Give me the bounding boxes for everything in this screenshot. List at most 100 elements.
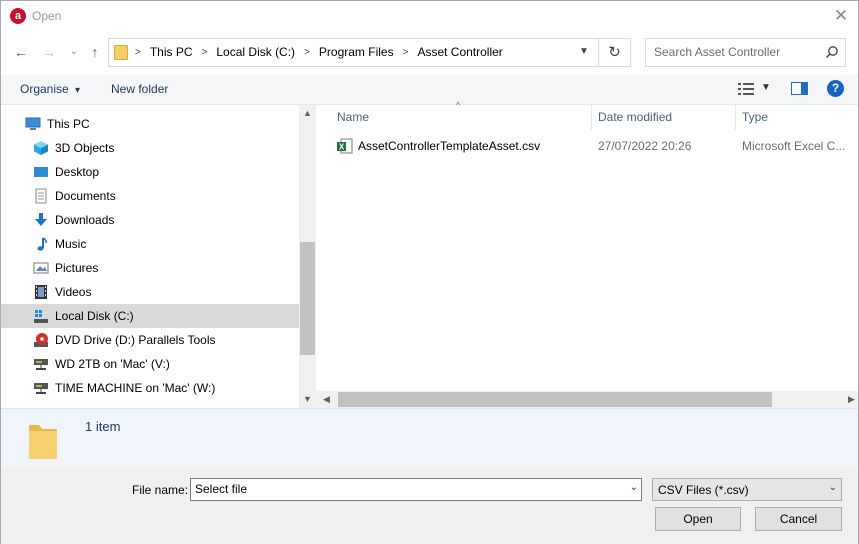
change-view-icon[interactable] (738, 83, 754, 95)
breadcrumb-asset-controller[interactable]: Asset Controller (417, 45, 502, 59)
scrollbar-thumb[interactable] (338, 392, 772, 407)
new-folder-button[interactable]: New folder (111, 82, 168, 96)
local-disk-icon (34, 310, 48, 323)
horizontal-scrollbar[interactable]: ◀ ▶ (316, 391, 858, 408)
breadcrumb-program-files[interactable]: Program Files (319, 45, 394, 59)
nav-item-label: TIME MACHINE on 'Mac' (W:) (55, 381, 216, 395)
3d-objects-icon (34, 141, 48, 155)
file-type: Microsoft Excel C... (742, 139, 846, 153)
nav-item-label: Local Disk (C:) (55, 309, 134, 323)
forward-button[interactable]: → (39, 41, 59, 63)
excel-csv-file-icon: X (337, 138, 353, 154)
up-button[interactable]: ↑ (85, 41, 105, 63)
sort-ascending-icon: ^ (456, 100, 461, 110)
help-icon[interactable]: ? (827, 80, 844, 97)
nav-item-label: Downloads (55, 213, 115, 227)
details-pane: 1 item (1, 408, 858, 468)
nav-item-pictures[interactable]: Pictures (1, 256, 299, 280)
nav-item-music[interactable]: Music (1, 232, 299, 256)
nav-item-local-disk[interactable]: Local Disk (C:) (1, 304, 299, 328)
nav-item-time-machine[interactable]: TIME MACHINE on 'Mac' (W:) (1, 376, 299, 400)
column-divider[interactable] (591, 105, 592, 130)
nav-item-desktop[interactable]: Desktop (1, 160, 299, 184)
network-drive-icon (34, 383, 48, 394)
nav-item-label: Pictures (55, 261, 99, 275)
nav-item-downloads[interactable]: Downloads (1, 208, 299, 232)
address-dropdown-icon[interactable]: ▼ (577, 45, 591, 59)
dvd-drive-icon (34, 333, 48, 347)
breadcrumb-local-disk[interactable]: Local Disk (C:) (216, 45, 295, 59)
breadcrumb: > This PC > Local Disk (C:) > Program Fi… (135, 45, 503, 59)
documents-icon (35, 188, 47, 204)
item-count: 1 item (85, 419, 121, 434)
file-name-input[interactable] (195, 482, 615, 496)
breadcrumb-separator-icon[interactable]: > (304, 47, 310, 58)
folder-icon (29, 425, 57, 459)
nav-item-this-pc[interactable]: This PC (1, 112, 299, 136)
scroll-right-icon[interactable]: ▶ (843, 391, 859, 408)
back-button[interactable]: ← (11, 41, 31, 63)
toolbar: Organise ▾ New folder (1, 75, 858, 105)
nav-item-label: Desktop (55, 165, 100, 179)
network-drive-icon (34, 359, 48, 370)
scroll-up-icon[interactable]: ▲ (299, 105, 316, 122)
nav-item-label: Videos (55, 285, 92, 299)
recent-locations-button[interactable]: ⌄ (64, 41, 84, 63)
file-type-filter-select[interactable]: CSV Files (*.csv) ⌄ (652, 478, 842, 501)
nav-item-label: WD 2TB on 'Mac' (V:) (55, 357, 170, 371)
downloads-icon (35, 213, 47, 226)
pictures-icon (33, 262, 49, 274)
nav-item-videos[interactable]: Videos (1, 280, 299, 304)
music-icon (37, 237, 47, 251)
preview-pane-icon[interactable] (791, 82, 808, 95)
computer-icon (25, 117, 41, 130)
nav-item-label: DVD Drive (D:) Parallels Tools (55, 333, 216, 347)
breadcrumb-separator-icon[interactable]: > (403, 47, 409, 58)
file-row[interactable]: X AssetControllerTemplateAsset.csv 27/07… (331, 135, 859, 157)
file-name: AssetControllerTemplateAsset.csv (358, 139, 541, 153)
address-bar[interactable]: > This PC > Local Disk (C:) > Program Fi… (108, 38, 599, 67)
column-header-type[interactable]: Type (742, 105, 768, 130)
open-dialog: a Open ✕ ← → ⌄ ↑ > This PC > Local Disk … (0, 0, 859, 544)
nav-item-label: This PC (47, 117, 90, 131)
file-type-filter-value: CSV Files (*.csv) (658, 483, 749, 497)
view-options-dropdown-icon[interactable]: ▼ (761, 82, 771, 93)
column-header-date-modified[interactable]: Date modified (598, 105, 672, 130)
chevron-down-icon[interactable]: ⌄ (630, 482, 638, 493)
window-title: Open (32, 9, 62, 23)
chevron-down-icon: ▾ (75, 85, 81, 96)
nav-item-documents[interactable]: Documents (1, 184, 299, 208)
search-icon[interactable] (825, 45, 839, 59)
nav-item-dvd-drive[interactable]: DVD Drive (D:) Parallels Tools (1, 328, 299, 352)
nav-item-wd-2tb[interactable]: WD 2TB on 'Mac' (V:) (1, 352, 299, 376)
nav-item-label: Documents (55, 189, 116, 203)
nav-item-label: 3D Objects (55, 141, 115, 155)
cancel-button[interactable]: Cancel (755, 507, 842, 531)
open-button[interactable]: Open (655, 507, 741, 531)
refresh-button[interactable]: ↻ (599, 38, 631, 67)
title-bar: a Open ✕ (1, 1, 858, 32)
svg-text:X: X (339, 143, 345, 152)
scroll-left-icon[interactable]: ◀ (318, 391, 335, 408)
folder-icon (114, 45, 128, 60)
file-name-label: File name: (132, 483, 189, 497)
navigation-scrollbar[interactable]: ▲ ▼ (299, 105, 316, 408)
chevron-down-icon[interactable]: ⌄ (829, 482, 837, 493)
breadcrumb-separator-icon: > (135, 46, 141, 58)
search-box[interactable] (645, 38, 846, 67)
nav-item-3d-objects[interactable]: 3D Objects (1, 136, 299, 160)
file-name-combobox[interactable]: ⌄ (190, 478, 642, 501)
breadcrumb-this-pc[interactable]: This PC (150, 45, 193, 59)
column-header-name[interactable]: Name (337, 105, 369, 130)
close-button[interactable]: ✕ (830, 5, 852, 27)
file-date-modified: 27/07/2022 20:26 (598, 139, 692, 153)
organise-button[interactable]: Organise ▾ (20, 82, 80, 96)
app-logo-icon: a (10, 8, 26, 24)
scrollbar-thumb[interactable] (300, 242, 315, 355)
scroll-down-icon[interactable]: ▼ (299, 391, 316, 408)
nav-item-label: Music (55, 237, 87, 251)
navigation-pane: This PC 3D Objects Desktop Documents Dow… (1, 105, 316, 408)
breadcrumb-separator-icon[interactable]: > (202, 47, 208, 58)
column-divider[interactable] (735, 105, 736, 130)
search-input[interactable] (654, 45, 824, 59)
